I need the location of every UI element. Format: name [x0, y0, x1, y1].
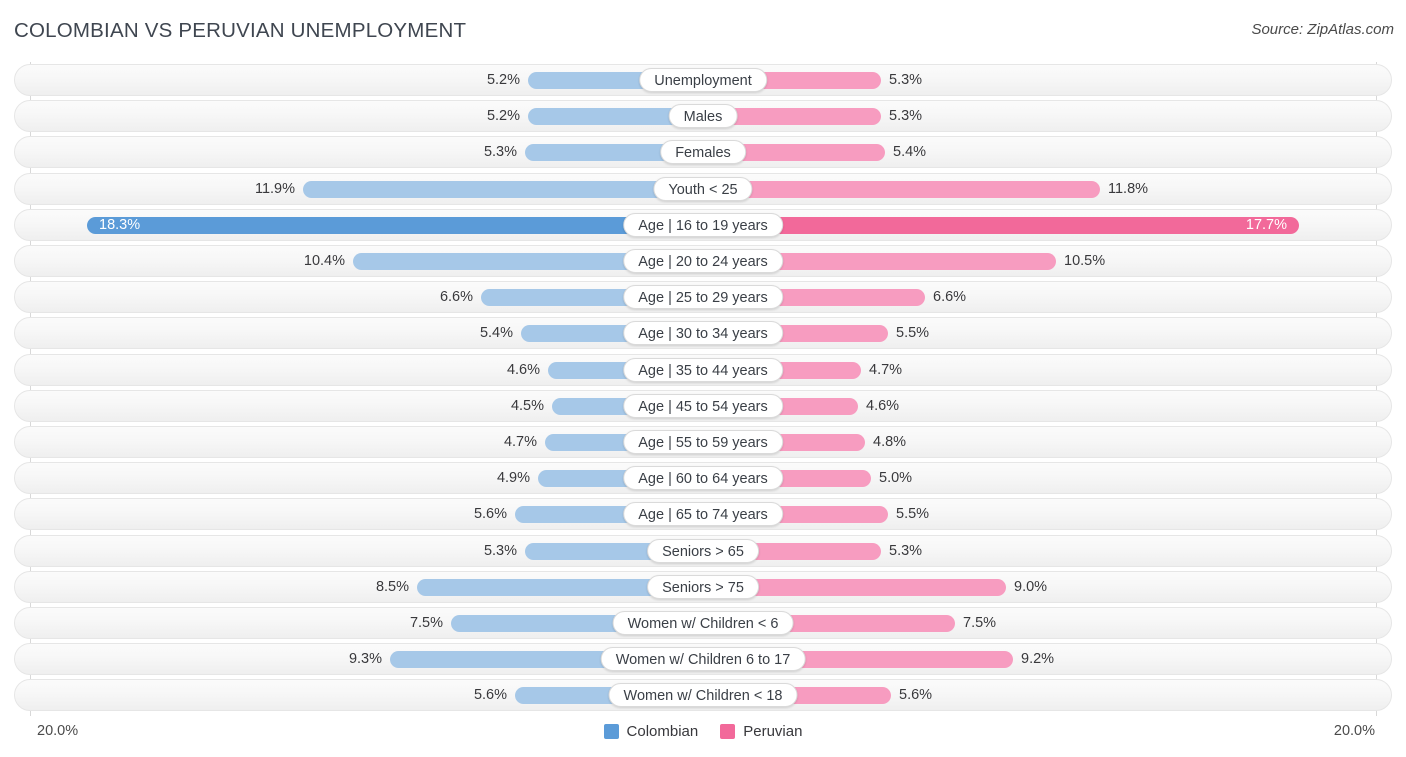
category-label-pill[interactable]: Seniors > 65 [647, 538, 759, 563]
chart-plot-area: 5.2% 5.3% Unemployment 5.2% 5.3% Males 5.3% 5.4… [0, 58, 1406, 716]
value-label-colombian: 5.3% [483, 144, 517, 161]
value-label-colombian: 9.3% [348, 651, 382, 668]
value-label-peruvian: 17.7% [1245, 216, 1287, 233]
category-label-pill[interactable]: Age | 20 to 24 years [623, 249, 783, 273]
value-label-peruvian: 4.7% [869, 361, 903, 378]
bar-row: 5.6% 5.6% Women w/ Children < 18 [14, 679, 1392, 712]
value-label-colombian: 4.7% [503, 434, 537, 450]
category-label-pill[interactable]: Women w/ Children < 18 [608, 683, 798, 708]
category-label-pill[interactable]: Age | 60 to 64 years [623, 466, 783, 491]
bar-row: 18.3% 17.7% Age | 16 to 19 years [14, 208, 1392, 241]
value-label-peruvian: 9.0% [1014, 578, 1048, 595]
value-label-colombian: 5.6% [473, 506, 507, 523]
value-label-colombian: 5.6% [473, 687, 507, 704]
bar-row: 7.5% 7.5% Women w/ Children < 6 [14, 607, 1392, 639]
bar-row: 4.6% 4.7% Age | 35 to 44 years [14, 353, 1392, 386]
category-label-pill[interactable]: Females [660, 140, 746, 165]
value-label-peruvian: 5.3% [889, 108, 923, 125]
value-label-colombian: 5.3% [483, 542, 517, 559]
value-label-peruvian: 11.8% [1108, 180, 1149, 197]
value-label-peruvian: 5.3% [889, 542, 923, 559]
legend-colombian[interactable]: Colombian [603, 723, 699, 740]
bar-row: 5.3% 5.3% Seniors > 65 [14, 534, 1392, 567]
value-label-colombian: 4.5% [510, 397, 544, 414]
category-label-pill[interactable]: Males [668, 104, 738, 129]
category-label-pill[interactable]: Age | 55 to 59 years [623, 430, 783, 454]
value-label-peruvian: 5.5% [896, 506, 930, 523]
bar-row: 5.6% 5.5% Age | 65 to 74 years [14, 498, 1392, 531]
bar-row: 9.3% 9.2% Women w/ Children 6 to 17 [14, 643, 1392, 676]
bar-row: 5.4% 5.5% Age | 30 to 34 years [14, 317, 1392, 350]
value-label-peruvian: 5.6% [899, 687, 933, 704]
legend-swatch-icon [720, 724, 736, 739]
bar-row: 5.2% 5.3% Unemployment [14, 64, 1392, 96]
page-title: COLOMBIAN VS PERUVIAN UNEMPLOYMENT [14, 19, 467, 42]
value-label-peruvian: 5.5% [896, 325, 930, 342]
chart-legend: Colombian Peruvian [0, 723, 1406, 740]
category-label-pill[interactable]: Age | 30 to 34 years [623, 321, 783, 346]
bar-row: 11.9% 11.8% Youth < 25 [14, 172, 1392, 205]
value-label-colombian: 4.9% [496, 470, 530, 487]
value-label-colombian: 6.6% [439, 289, 473, 306]
bar-colombian [303, 180, 703, 198]
category-label-pill[interactable]: Age | 35 to 44 years [623, 357, 783, 382]
bar-row: 5.3% 5.4% Females [14, 136, 1392, 169]
value-label-peruvian: 10.5% [1064, 253, 1106, 269]
legend-swatch-icon [603, 724, 619, 739]
category-label-pill[interactable]: Age | 65 to 74 years [623, 502, 783, 527]
bar-row: 4.7% 4.8% Age | 55 to 59 years [14, 426, 1392, 458]
legend-peruvian[interactable]: Peruvian [720, 723, 802, 740]
value-label-colombian: 5.2% [486, 108, 520, 125]
value-label-peruvian: 5.4% [893, 144, 927, 161]
value-label-colombian: 5.2% [486, 72, 520, 88]
value-label-colombian: 18.3% [99, 216, 141, 233]
value-label-colombian: 4.6% [506, 361, 540, 378]
bar-peruvian [703, 180, 1100, 198]
value-label-peruvian: 6.6% [933, 289, 967, 306]
category-label-pill[interactable]: Age | 25 to 29 years [623, 285, 783, 310]
category-label-pill[interactable]: Women w/ Children < 6 [612, 611, 794, 635]
value-label-peruvian: 7.5% [963, 615, 997, 631]
value-label-colombian: 5.4% [479, 325, 513, 342]
value-label-peruvian: 4.6% [866, 397, 900, 414]
value-label-peruvian: 4.8% [873, 434, 907, 450]
bar-row: 5.2% 5.3% Males [14, 100, 1392, 133]
legend-label: Peruvian [743, 723, 803, 740]
bar-row: 10.4% 10.5% Age | 20 to 24 years [14, 245, 1392, 277]
bar-row: 8.5% 9.0% Seniors > 75 [14, 570, 1392, 603]
value-label-colombian: 10.4% [303, 253, 345, 269]
chart-footer: 20.0% 20.0% Colombian Peruvian [0, 714, 1406, 757]
category-label-pill[interactable]: Seniors > 75 [647, 574, 759, 599]
value-label-peruvian: 5.3% [889, 72, 923, 88]
value-label-peruvian: 9.2% [1021, 651, 1055, 668]
bar-row: 4.9% 5.0% Age | 60 to 64 years [14, 462, 1392, 495]
category-label-pill[interactable]: Youth < 25 [653, 176, 753, 201]
value-label-colombian: 7.5% [409, 615, 443, 631]
source-attribution: Source: ZipAtlas.com [1251, 21, 1394, 38]
value-label-peruvian: 5.0% [879, 470, 913, 487]
category-label-pill[interactable]: Age | 16 to 19 years [623, 212, 783, 237]
value-label-colombian: 8.5% [375, 578, 409, 595]
category-label-pill[interactable]: Unemployment [639, 68, 767, 92]
category-label-pill[interactable]: Women w/ Children 6 to 17 [600, 647, 806, 672]
chart-header: COLOMBIAN VS PERUVIAN UNEMPLOYMENT Sourc… [0, 0, 1406, 58]
bar-row: 4.5% 4.6% Age | 45 to 54 years [14, 389, 1392, 422]
value-label-colombian: 11.9% [254, 180, 295, 197]
bar-row: 6.6% 6.6% Age | 25 to 29 years [14, 281, 1392, 314]
category-label-pill[interactable]: Age | 45 to 54 years [623, 393, 783, 418]
legend-label: Colombian [626, 723, 699, 740]
